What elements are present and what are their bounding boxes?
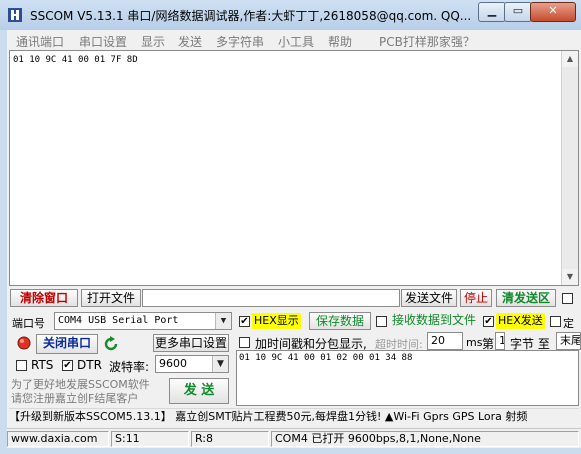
- menu-display[interactable]: 显示: [141, 33, 165, 50]
- receive-area[interactable]: 01 10 9C 41 00 01 7F 8D ▲ ▼: [9, 50, 579, 286]
- news-ticker[interactable]: 【升级到新版本SSCOM5.13.1】 嘉立创SMT贴片工程费50元,每焊盘1分…: [9, 408, 579, 426]
- hex-display-label: HEX显示: [252, 313, 301, 329]
- close-port-button[interactable]: 关闭串口: [36, 334, 98, 354]
- port-select[interactable]: COM4 USB Serial Port ▼: [54, 312, 232, 330]
- more-settings-button[interactable]: 更多串口设置: [153, 334, 229, 352]
- timeout-input[interactable]: 20: [427, 332, 463, 350]
- dtr-checkbox[interactable]: ✔: [62, 360, 73, 371]
- receive-text: 01 10 9C 41 00 01 7F 8D: [13, 55, 138, 65]
- baud-value: 9600: [159, 357, 187, 370]
- ticker-text: 【升级到新版本SSCOM5.13.1】 嘉立创SMT贴片工程费50元,每焊盘1分…: [9, 410, 528, 423]
- window-title: SSCOM V5.13.1 串口/网络数据调试器,作者:大虾丁丁,2618058…: [30, 9, 472, 23]
- timed-send-label: 定: [563, 317, 574, 330]
- scroll-down-icon[interactable]: ▼: [562, 269, 578, 285]
- port-value: COM4 USB Serial Port: [58, 315, 179, 326]
- app-icon: [8, 8, 22, 22]
- menu-help[interactable]: 帮助: [328, 33, 352, 50]
- open-file-button[interactable]: 打开文件: [81, 289, 141, 307]
- window-frame-bottom: [0, 448, 581, 454]
- menu-pcb-ad[interactable]: PCB打样那家强？: [379, 33, 475, 50]
- client-area: 通讯端口 串口设置 显示 发送 多字符串 小工具 帮助 PCB打样那家强？ 01…: [7, 30, 581, 454]
- send-file-button[interactable]: 发送文件: [401, 289, 457, 307]
- menu-tools[interactable]: 小工具: [278, 33, 314, 50]
- send-button[interactable]: 发 送: [169, 378, 229, 404]
- hex-send-checkbox[interactable]: ✔: [483, 316, 494, 327]
- baud-label: 波特率:: [109, 360, 150, 374]
- minimize-icon[interactable]: ▁: [478, 2, 506, 22]
- register-promo[interactable]: 为了更好地发展SSCOM软件 请您注册嘉立创F结尾客户: [11, 378, 150, 406]
- promo-line-2: 请您注册嘉立创F结尾客户: [11, 392, 139, 405]
- chevron-down-icon[interactable]: ▼: [215, 313, 231, 329]
- menu-bar: 通讯端口 串口设置 显示 发送 多字符串 小工具 帮助 PCB打样那家强？: [7, 30, 581, 50]
- hex-display-checkbox[interactable]: ✔: [239, 316, 250, 327]
- recv-to-file-button[interactable]: 接收数据到文件: [389, 312, 479, 330]
- status-sent-count: S:11: [111, 431, 189, 447]
- rts-label: RTS: [31, 358, 54, 372]
- menu-comm-port[interactable]: 通讯端口: [16, 33, 64, 50]
- clear-window-button[interactable]: 清除窗口: [10, 289, 78, 307]
- timeout-unit: ms: [466, 336, 483, 349]
- promo-line-1: 为了更好地发展SSCOM软件: [11, 378, 150, 391]
- extra-checkbox[interactable]: [562, 293, 573, 304]
- status-port-state: COM4 已打开 9600bps,8,1,None,None: [271, 431, 579, 447]
- file-path-input[interactable]: [142, 289, 400, 307]
- maximize-icon[interactable]: ▭: [504, 2, 532, 22]
- receive-scrollbar[interactable]: ▲ ▼: [561, 51, 578, 285]
- menu-multi-string[interactable]: 多字符串: [216, 33, 264, 50]
- recv-to-file-checkbox[interactable]: [376, 316, 387, 327]
- baud-select[interactable]: 9600 ▼: [155, 355, 229, 373]
- clear-send-button[interactable]: 清发送区: [496, 289, 556, 307]
- status-website[interactable]: www.daxia.com: [7, 431, 109, 447]
- refresh-icon[interactable]: [103, 336, 119, 352]
- title-bar[interactable]: SSCOM V5.13.1 串口/网络数据调试器,作者:大虾丁丁,2618058…: [0, 0, 581, 30]
- timed-send-checkbox[interactable]: [550, 316, 561, 327]
- send-input[interactable]: 01 10 9C 41 00 01 02 00 01 34 88: [236, 350, 579, 406]
- end-select[interactable]: 末尾: [556, 332, 581, 350]
- port-status-icon: [17, 336, 31, 350]
- status-bar: www.daxia.com S:11 R:8 COM4 已打开 9600bps,…: [7, 428, 581, 449]
- rts-checkbox[interactable]: [16, 360, 27, 371]
- stop-button[interactable]: 停止: [460, 289, 492, 307]
- port-label: 端口号: [12, 317, 45, 330]
- send-text: 01 10 9C 41 00 01 02 00 01 34 88: [239, 353, 413, 363]
- menu-send[interactable]: 发送: [178, 33, 202, 50]
- window-frame-left: [0, 30, 7, 454]
- menu-serial-settings[interactable]: 串口设置: [79, 33, 127, 50]
- save-data-button[interactable]: 保存数据: [309, 312, 371, 330]
- chevron-down-icon[interactable]: ▼: [212, 356, 228, 372]
- nth-input[interactable]: 1: [495, 332, 505, 350]
- app-window: SSCOM V5.13.1 串口/网络数据调试器,作者:大虾丁丁,2618058…: [0, 0, 581, 454]
- hex-send-label: HEX发送: [496, 313, 545, 329]
- scroll-up-icon[interactable]: ▲: [562, 51, 578, 67]
- close-icon[interactable]: ✕: [530, 2, 576, 22]
- dtr-label: DTR: [77, 358, 102, 372]
- status-received-count: R:8: [191, 431, 269, 447]
- timestamp-checkbox[interactable]: [239, 337, 250, 348]
